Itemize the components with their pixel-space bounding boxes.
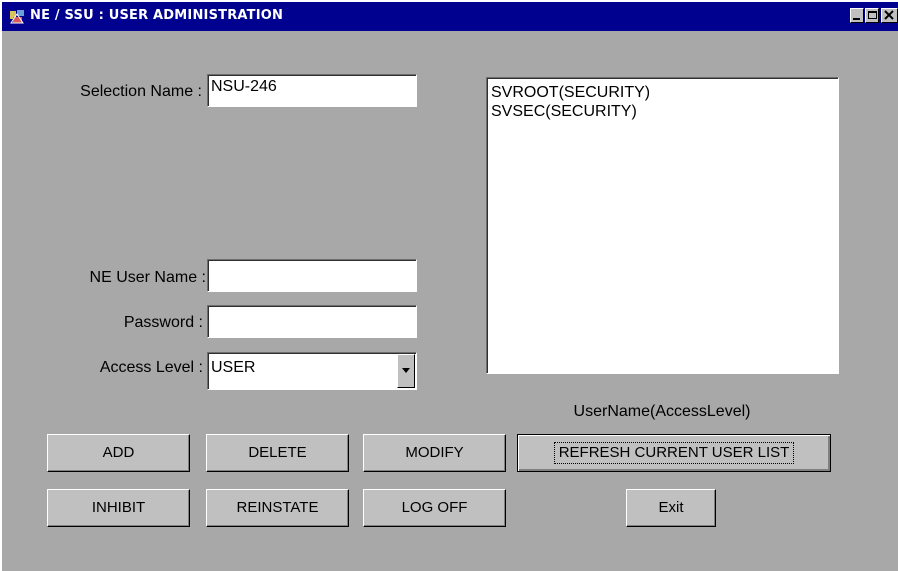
access-level-select[interactable]: USER [207, 352, 417, 390]
window-title: NE / SSU : USER ADMINISTRATION [30, 8, 284, 23]
user-admin-window: NE / SSU : USER ADMINISTRATION Selection… [0, 0, 898, 571]
delete-button[interactable]: DELETE [206, 434, 349, 472]
modify-button[interactable]: MODIFY [363, 434, 506, 472]
refresh-user-list-button[interactable]: REFRESH CURRENT USER LIST [517, 434, 831, 472]
exit-button[interactable]: Exit [626, 489, 716, 527]
selection-name-value: NSU-246 [211, 78, 277, 95]
reinstate-button[interactable]: REINSTATE [206, 489, 349, 527]
chevron-down-icon [402, 368, 410, 373]
list-item[interactable]: SVROOT(SECURITY) [491, 83, 650, 103]
password-input[interactable] [207, 305, 417, 338]
access-level-label: Access Level : [99, 359, 203, 376]
close-button[interactable] [881, 8, 898, 23]
list-item[interactable]: SVSEC(SECURITY) [491, 102, 637, 122]
refresh-button-label: REFRESH CURRENT USER LIST [553, 442, 795, 464]
password-label: Password : [123, 314, 203, 331]
selection-name-label: Selection Name : [80, 83, 202, 100]
ne-user-name-label: NE User Name : [89, 269, 206, 286]
app-icon [9, 8, 26, 25]
title-bar[interactable]: NE / SSU : USER ADMINISTRATION [2, 2, 898, 31]
selection-name-field[interactable]: NSU-246 [207, 74, 417, 107]
ne-user-name-input[interactable] [207, 259, 417, 292]
log-off-button[interactable]: LOG OFF [363, 489, 506, 527]
dropdown-arrow-button[interactable] [397, 354, 415, 388]
access-level-value: USER [211, 359, 256, 376]
minimize-button[interactable] [850, 8, 864, 23]
user-list[interactable]: SVROOT(SECURITY) SVSEC(SECURITY) [486, 77, 839, 374]
maximize-button[interactable] [865, 8, 879, 23]
inhibit-button[interactable]: INHIBIT [47, 489, 190, 527]
user-list-caption: UserName(AccessLevel) [573, 403, 751, 420]
add-button[interactable]: ADD [47, 434, 190, 472]
